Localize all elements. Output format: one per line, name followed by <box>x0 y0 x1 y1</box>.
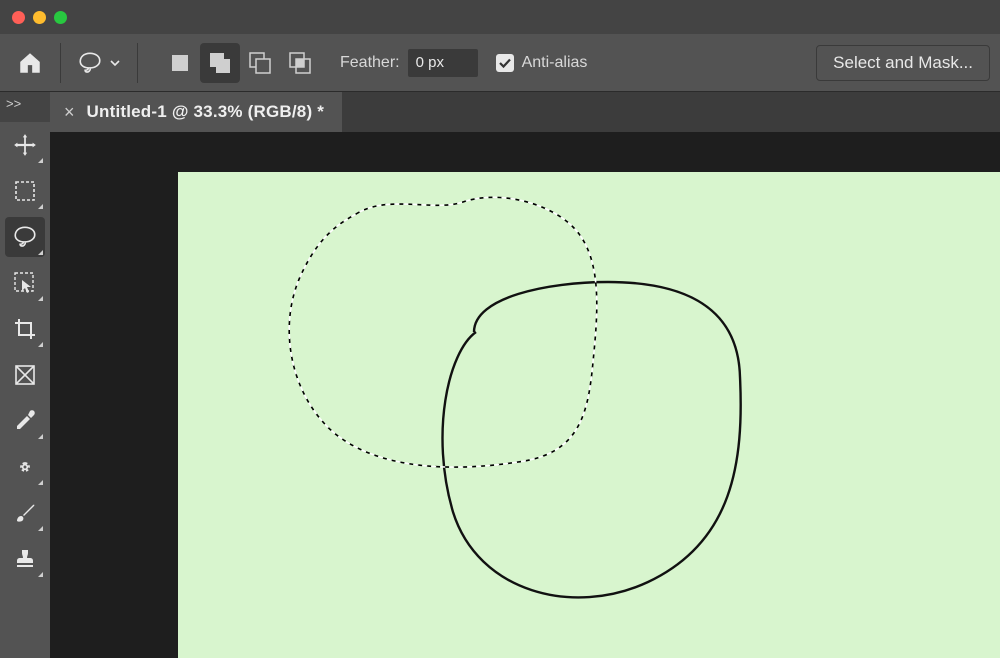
frame-icon <box>14 364 36 386</box>
home-icon <box>17 50 43 76</box>
move-icon <box>12 132 38 158</box>
expand-chevrons-icon: >> <box>6 96 21 111</box>
crop-icon <box>13 317 37 341</box>
tools-panel: >> <box>0 92 50 658</box>
flyout-indicator-icon <box>38 572 43 577</box>
close-tab-button[interactable]: × <box>64 103 75 121</box>
window-close-icon[interactable] <box>12 11 25 24</box>
flyout-indicator-icon <box>38 526 43 531</box>
document-tab-title: Untitled-1 @ 33.3% (RGB/8) * <box>87 102 325 122</box>
flyout-indicator-icon <box>38 342 43 347</box>
home-button[interactable] <box>10 43 50 83</box>
flyout-indicator-icon <box>38 480 43 485</box>
select-and-mask-label: Select and Mask... <box>833 53 973 73</box>
eyedropper-tool-button[interactable] <box>5 401 45 441</box>
separator <box>137 43 138 83</box>
marquee-icon <box>14 180 36 202</box>
flyout-indicator-icon <box>38 250 43 255</box>
brush-icon <box>13 501 37 525</box>
checkmark-icon <box>498 56 512 70</box>
flyout-indicator-icon <box>38 158 43 163</box>
flyout-indicator-icon <box>38 434 43 439</box>
feather-label: Feather: <box>340 54 400 72</box>
document-canvas[interactable] <box>178 172 1000 658</box>
lasso-icon <box>12 224 38 250</box>
select-and-mask-button[interactable]: Select and Mask... <box>816 45 990 81</box>
subtract-from-selection-button[interactable] <box>240 43 280 83</box>
gear-icon <box>13 455 37 479</box>
panel-expand-button[interactable]: >> <box>0 92 50 122</box>
lasso-tool-button[interactable] <box>5 217 45 257</box>
gear-tool-button[interactable] <box>5 447 45 487</box>
object-selection-tool-button[interactable] <box>5 263 45 303</box>
frame-tool-button[interactable] <box>5 355 45 395</box>
stamp-icon <box>13 547 37 571</box>
crop-tool-button[interactable] <box>5 309 45 349</box>
document-tabbar: × Untitled-1 @ 33.3% (RGB/8) * <box>50 92 1000 132</box>
intersect-selection-icon <box>287 50 313 76</box>
window-zoom-icon[interactable] <box>54 11 67 24</box>
flyout-indicator-icon <box>38 204 43 209</box>
object-selection-icon <box>13 271 37 295</box>
options-bar: Feather: Anti-alias Select and Mask... <box>0 34 1000 92</box>
new-selection-button[interactable] <box>160 43 200 83</box>
antialias-label: Anti-alias <box>522 54 588 72</box>
antialias-checkbox[interactable] <box>496 54 514 72</box>
add-to-selection-button[interactable] <box>200 43 240 83</box>
window-minimize-icon[interactable] <box>33 11 46 24</box>
current-tool-dropdown[interactable] <box>71 46 127 80</box>
work-area: >> <box>0 92 1000 658</box>
document-pane: × Untitled-1 @ 33.3% (RGB/8) * <box>50 92 1000 658</box>
new-selection-icon <box>169 52 191 74</box>
canvas-content <box>178 172 1000 658</box>
lasso-in-progress <box>442 282 740 597</box>
chevron-down-icon <box>109 57 121 69</box>
canvas-viewport[interactable] <box>50 132 1000 658</box>
subtract-from-selection-icon <box>247 50 273 76</box>
stamp-tool-button[interactable] <box>5 539 45 579</box>
lasso-icon <box>77 50 103 76</box>
eyedropper-icon <box>13 409 37 433</box>
move-tool-button[interactable] <box>5 125 45 165</box>
separator <box>60 43 61 83</box>
macos-titlebar <box>0 0 1000 34</box>
intersect-selection-button[interactable] <box>280 43 320 83</box>
flyout-indicator-icon <box>38 296 43 301</box>
marquee-tool-button[interactable] <box>5 171 45 211</box>
brush-tool-button[interactable] <box>5 493 45 533</box>
document-tab[interactable]: × Untitled-1 @ 33.3% (RGB/8) * <box>50 92 342 132</box>
add-to-selection-icon <box>207 50 233 76</box>
selection-boolean-group <box>160 43 320 83</box>
feather-input[interactable] <box>408 49 478 77</box>
